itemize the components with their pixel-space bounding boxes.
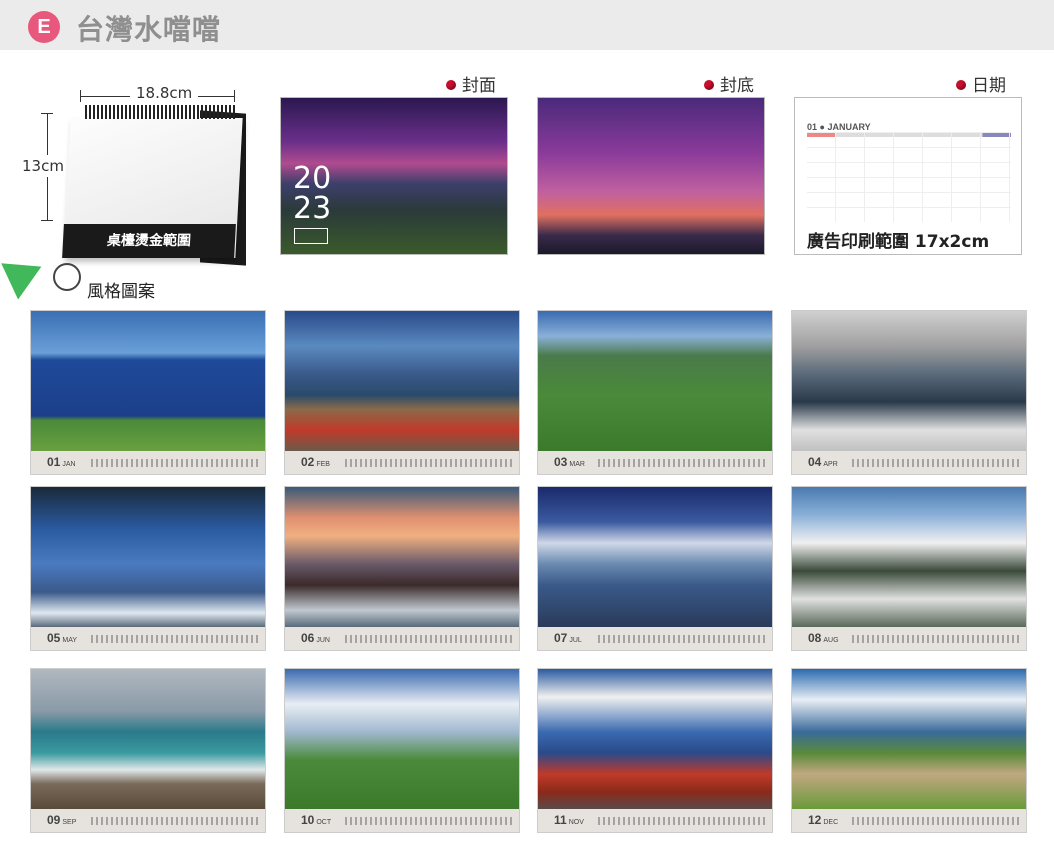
section-badge: E <box>28 11 60 43</box>
date-page-preview: 01 ● JANUARY 廣告印刷範圍 17x2cm <box>794 97 1022 255</box>
height-label: 13cm <box>22 155 64 177</box>
cover-small-box <box>294 228 328 244</box>
month-number: 10 OCT <box>301 813 332 827</box>
green-arrow-icon <box>1 248 50 300</box>
month-thumbnail-09: 09 SEP <box>30 668 266 833</box>
month-number: 04 APR <box>808 455 838 469</box>
page-header: E 台灣水噹噹 <box>0 0 1054 50</box>
month-number: 11 NOV <box>554 813 584 827</box>
month-photo <box>31 311 265 451</box>
month-date-strip: 03 MAR <box>538 451 772 474</box>
month-thumbnail-01: 01 JAN <box>30 310 266 475</box>
month-days-row <box>598 635 766 643</box>
month-days-row <box>91 817 259 825</box>
bullet-dot-icon <box>704 80 714 90</box>
month-thumbnail-02: 02 FEB <box>284 310 520 475</box>
bullet-dot-icon <box>446 80 456 90</box>
month-date-strip: 02 FEB <box>285 451 519 474</box>
month-date-strip: 04 APR <box>792 451 1026 474</box>
month-photo <box>538 669 772 809</box>
month-number: 01 JAN <box>47 455 76 469</box>
month-date-strip: 12 DEC <box>792 809 1026 832</box>
month-date-strip: 07 JUL <box>538 627 772 650</box>
back-image <box>537 97 765 255</box>
month-thumbnail-07: 07 JUL <box>537 486 773 651</box>
date-month-header: 01 ● JANUARY <box>807 122 871 132</box>
month-number: 12 DEC <box>808 813 839 827</box>
page-title: 台灣水噹噹 <box>76 13 222 46</box>
month-thumbnail-08: 08 AUG <box>791 486 1027 651</box>
month-photo <box>792 311 1026 451</box>
month-days-row <box>91 635 259 643</box>
month-days-row <box>598 817 766 825</box>
style-section-label: 風格圖案 <box>87 282 155 302</box>
gold-foil-band: 桌檯燙金範圍 <box>62 224 236 258</box>
month-date-strip: 06 JUN <box>285 627 519 650</box>
back-label: 封底 <box>704 71 754 96</box>
month-days-row <box>598 459 766 467</box>
cover-image: 20 23 <box>280 97 508 255</box>
ad-print-area: 廣告印刷範圍 17x2cm <box>807 232 990 252</box>
month-days-row <box>345 635 513 643</box>
month-days-row <box>852 635 1020 643</box>
month-thumbnail-12: 12 DEC <box>791 668 1027 833</box>
month-date-strip: 11 NOV <box>538 809 772 832</box>
girl-face-icon <box>53 263 81 291</box>
width-dimension: 18.8cm <box>80 84 235 106</box>
month-photo <box>538 487 772 627</box>
height-dimension: 13cm <box>22 113 64 221</box>
spiral-binding <box>85 105 237 119</box>
month-date-strip: 10 OCT <box>285 809 519 832</box>
month-number: 03 MAR <box>554 455 585 469</box>
month-thumbnail-06: 06 JUN <box>284 486 520 651</box>
month-date-strip: 05 MAY <box>31 627 265 650</box>
month-date-strip: 09 SEP <box>31 809 265 832</box>
cover-label: 封面 <box>446 71 496 96</box>
width-label: 18.8cm <box>130 84 199 102</box>
month-days-row <box>345 459 513 467</box>
month-photo <box>31 487 265 627</box>
month-photo <box>538 311 772 451</box>
month-photo <box>285 311 519 451</box>
month-photo <box>285 669 519 809</box>
month-photo <box>285 487 519 627</box>
bullet-dot-icon <box>956 80 966 90</box>
month-date-strip: 08 AUG <box>792 627 1026 650</box>
month-thumbnail-04: 04 APR <box>791 310 1027 475</box>
month-days-row <box>345 817 513 825</box>
month-number: 09 SEP <box>47 813 77 827</box>
month-date-strip: 01 JAN <box>31 451 265 474</box>
month-photo <box>792 487 1026 627</box>
month-thumbnail-03: 03 MAR <box>537 310 773 475</box>
date-label: 日期 <box>956 71 1006 96</box>
cover-year: 20 23 <box>293 161 332 226</box>
month-thumbnail-05: 05 MAY <box>30 486 266 651</box>
month-days-row <box>91 459 259 467</box>
month-number: 07 JUL <box>554 631 582 645</box>
month-number: 08 AUG <box>808 631 839 645</box>
month-number: 05 MAY <box>47 631 78 645</box>
month-number: 02 FEB <box>301 455 330 469</box>
month-thumbnail-10: 10 OCT <box>284 668 520 833</box>
month-days-row <box>852 459 1020 467</box>
date-grid <box>807 132 1011 222</box>
month-photo <box>792 669 1026 809</box>
month-photo <box>31 669 265 809</box>
month-days-row <box>852 817 1020 825</box>
month-thumbnail-11: 11 NOV <box>537 668 773 833</box>
month-number: 06 JUN <box>301 631 330 645</box>
